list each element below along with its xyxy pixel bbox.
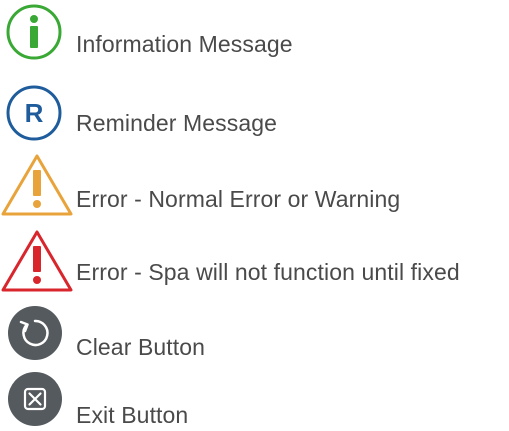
svg-text:R: R: [25, 98, 44, 128]
critical-triangle-icon: [0, 228, 74, 294]
legend-label-information: Information Message: [76, 31, 293, 57]
reminder-circle-icon: R: [5, 84, 63, 142]
exit-x-box-icon: [7, 371, 63, 427]
legend-label-exit: Exit Button: [76, 402, 189, 428]
legend-row-warning: Error - Normal Error or Warning: [0, 150, 509, 222]
legend-row-clear: Clear Button: [0, 302, 509, 368]
legend-label-reminder: Reminder Message: [76, 110, 278, 136]
legend-label-warning: Error - Normal Error or Warning: [76, 186, 401, 212]
legend-label-clear: Clear Button: [76, 334, 206, 360]
info-circle-icon: [5, 3, 63, 61]
legend-row-reminder: R Reminder Message: [0, 80, 509, 148]
legend-row-exit: Exit Button: [0, 369, 509, 431]
warning-triangle-icon: [0, 152, 74, 218]
legend-row-information: Information Message: [0, 0, 509, 68]
legend-label-critical: Error - Spa will not function until fixe…: [76, 259, 460, 285]
legend-row-critical: Error - Spa will not function until fixe…: [0, 225, 509, 297]
clear-refresh-icon: [7, 305, 63, 361]
